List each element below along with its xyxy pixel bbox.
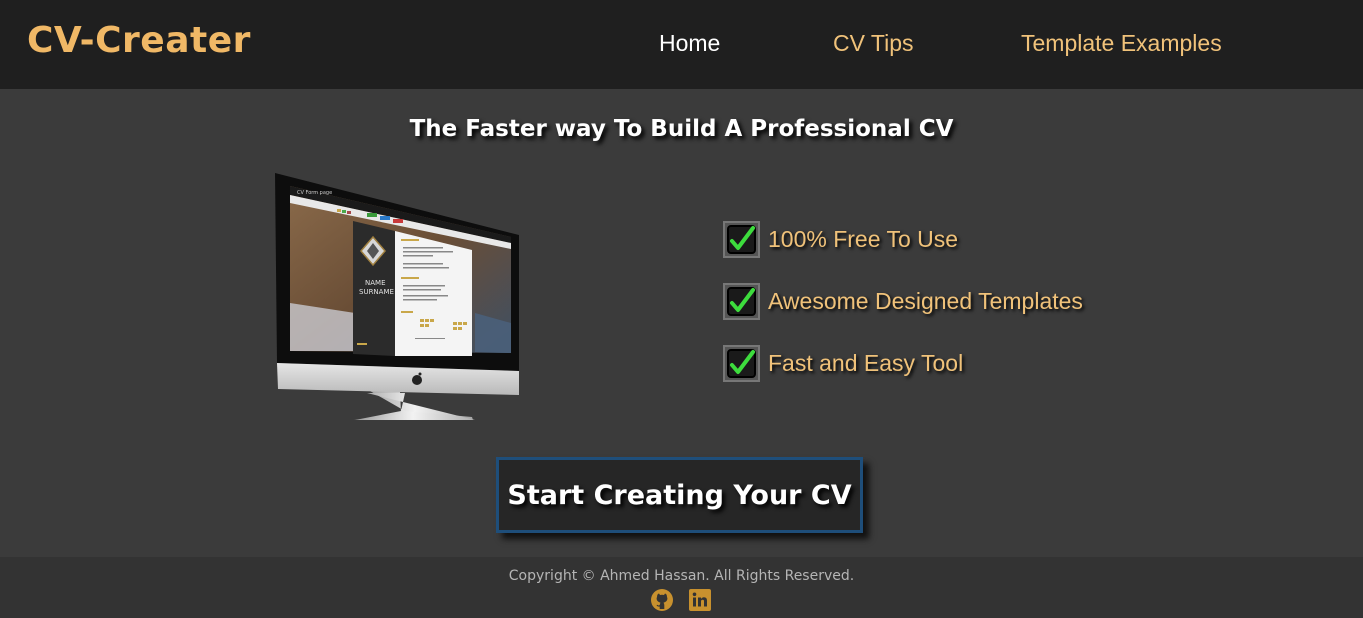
nav-link-template-examples[interactable]: Template Examples: [1021, 30, 1222, 57]
checkbox-checked-icon: [723, 282, 760, 320]
feature-item-free: 100% Free To Use: [723, 220, 958, 258]
nav-link-home[interactable]: Home: [659, 30, 720, 57]
preview-name-line2: SURNAME: [359, 288, 394, 296]
copyright-text: Copyright © Ahmed Hassan. All Rights Res…: [508, 568, 855, 584]
linkedin-icon[interactable]: [688, 588, 712, 612]
checkbox-checked-icon: [723, 344, 760, 382]
github-icon[interactable]: [650, 588, 674, 612]
feature-label: Fast and Easy Tool: [768, 349, 964, 376]
checkbox-checked-icon: [723, 220, 760, 258]
feature-item-fast: Fast and Easy Tool: [723, 344, 963, 382]
preview-topbar-text: CV Form page: [297, 190, 332, 196]
page-headline: The Faster way To Build A Professional C…: [409, 116, 954, 142]
feature-label: 100% Free To Use: [768, 225, 959, 252]
hero-section: The Faster way To Build A Professional C…: [0, 89, 1363, 557]
start-creating-cv-button[interactable]: Start Creating Your CV: [496, 457, 863, 533]
imac-preview-image: CV Form page NAME SURNAME: [275, 173, 519, 420]
footer: Copyright © Ahmed Hassan. All Rights Res…: [0, 557, 1363, 618]
feature-label: Awesome Designed Templates: [768, 287, 1083, 314]
preview-name-line1: NAME: [365, 279, 386, 287]
nav-link-cv-tips[interactable]: CV Tips: [833, 30, 914, 57]
logo[interactable]: CV-Creater: [27, 20, 251, 61]
top-navbar: CV-Creater Home CV Tips Template Example…: [0, 0, 1363, 89]
feature-item-templates: Awesome Designed Templates: [723, 282, 1083, 320]
